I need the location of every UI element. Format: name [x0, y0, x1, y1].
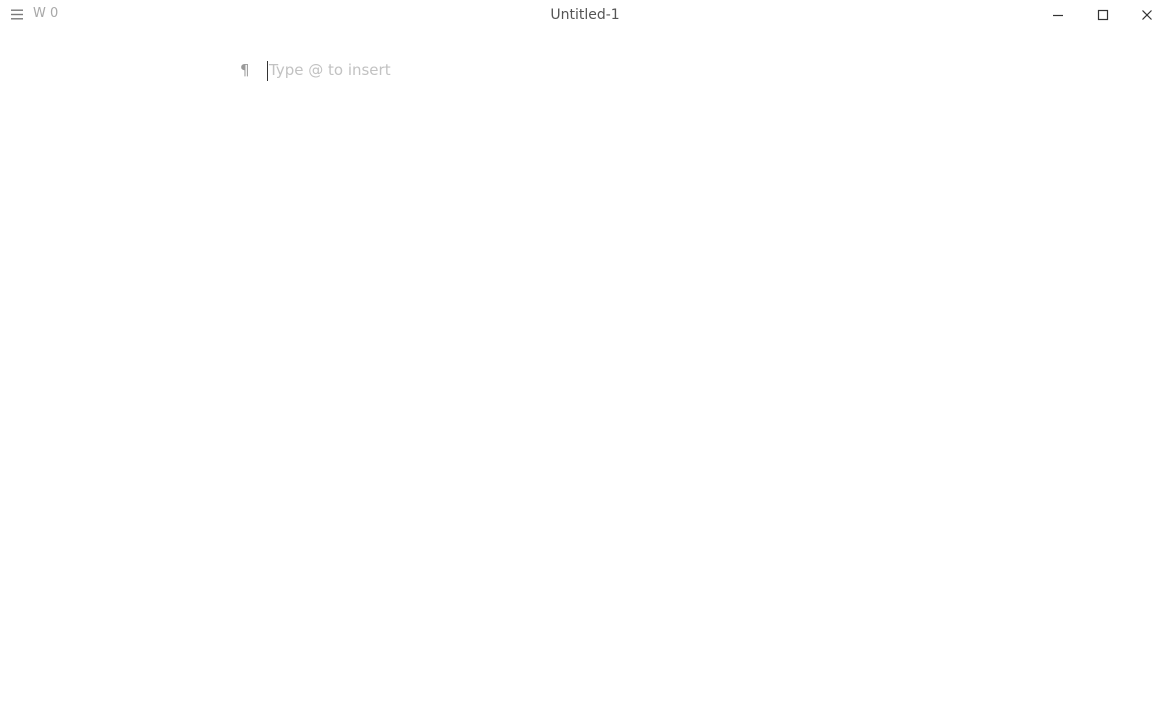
app-window: W 0 Untitled-1 ¶ Type @ to insert [0, 0, 1170, 708]
title-bar: W 0 Untitled-1 [0, 0, 1170, 30]
hamburger-lines [11, 9, 23, 19]
editor-placeholder: Type @ to insert [269, 61, 391, 79]
text-caret [267, 61, 268, 81]
maximize-button[interactable] [1086, 2, 1120, 28]
minimize-button[interactable] [1041, 2, 1075, 28]
maximize-icon [1097, 9, 1109, 21]
close-icon [1142, 10, 1152, 20]
minimize-icon [1053, 14, 1063, 17]
editor-first-paragraph: ¶ Type @ to insert [238, 56, 938, 86]
hamburger-menu-icon[interactable] [6, 4, 28, 24]
paragraph-mark-icon[interactable]: ¶ [240, 61, 256, 79]
close-button[interactable] [1130, 2, 1164, 28]
word-count: W 0 [33, 6, 59, 21]
window-title: Untitled-1 [550, 7, 620, 23]
